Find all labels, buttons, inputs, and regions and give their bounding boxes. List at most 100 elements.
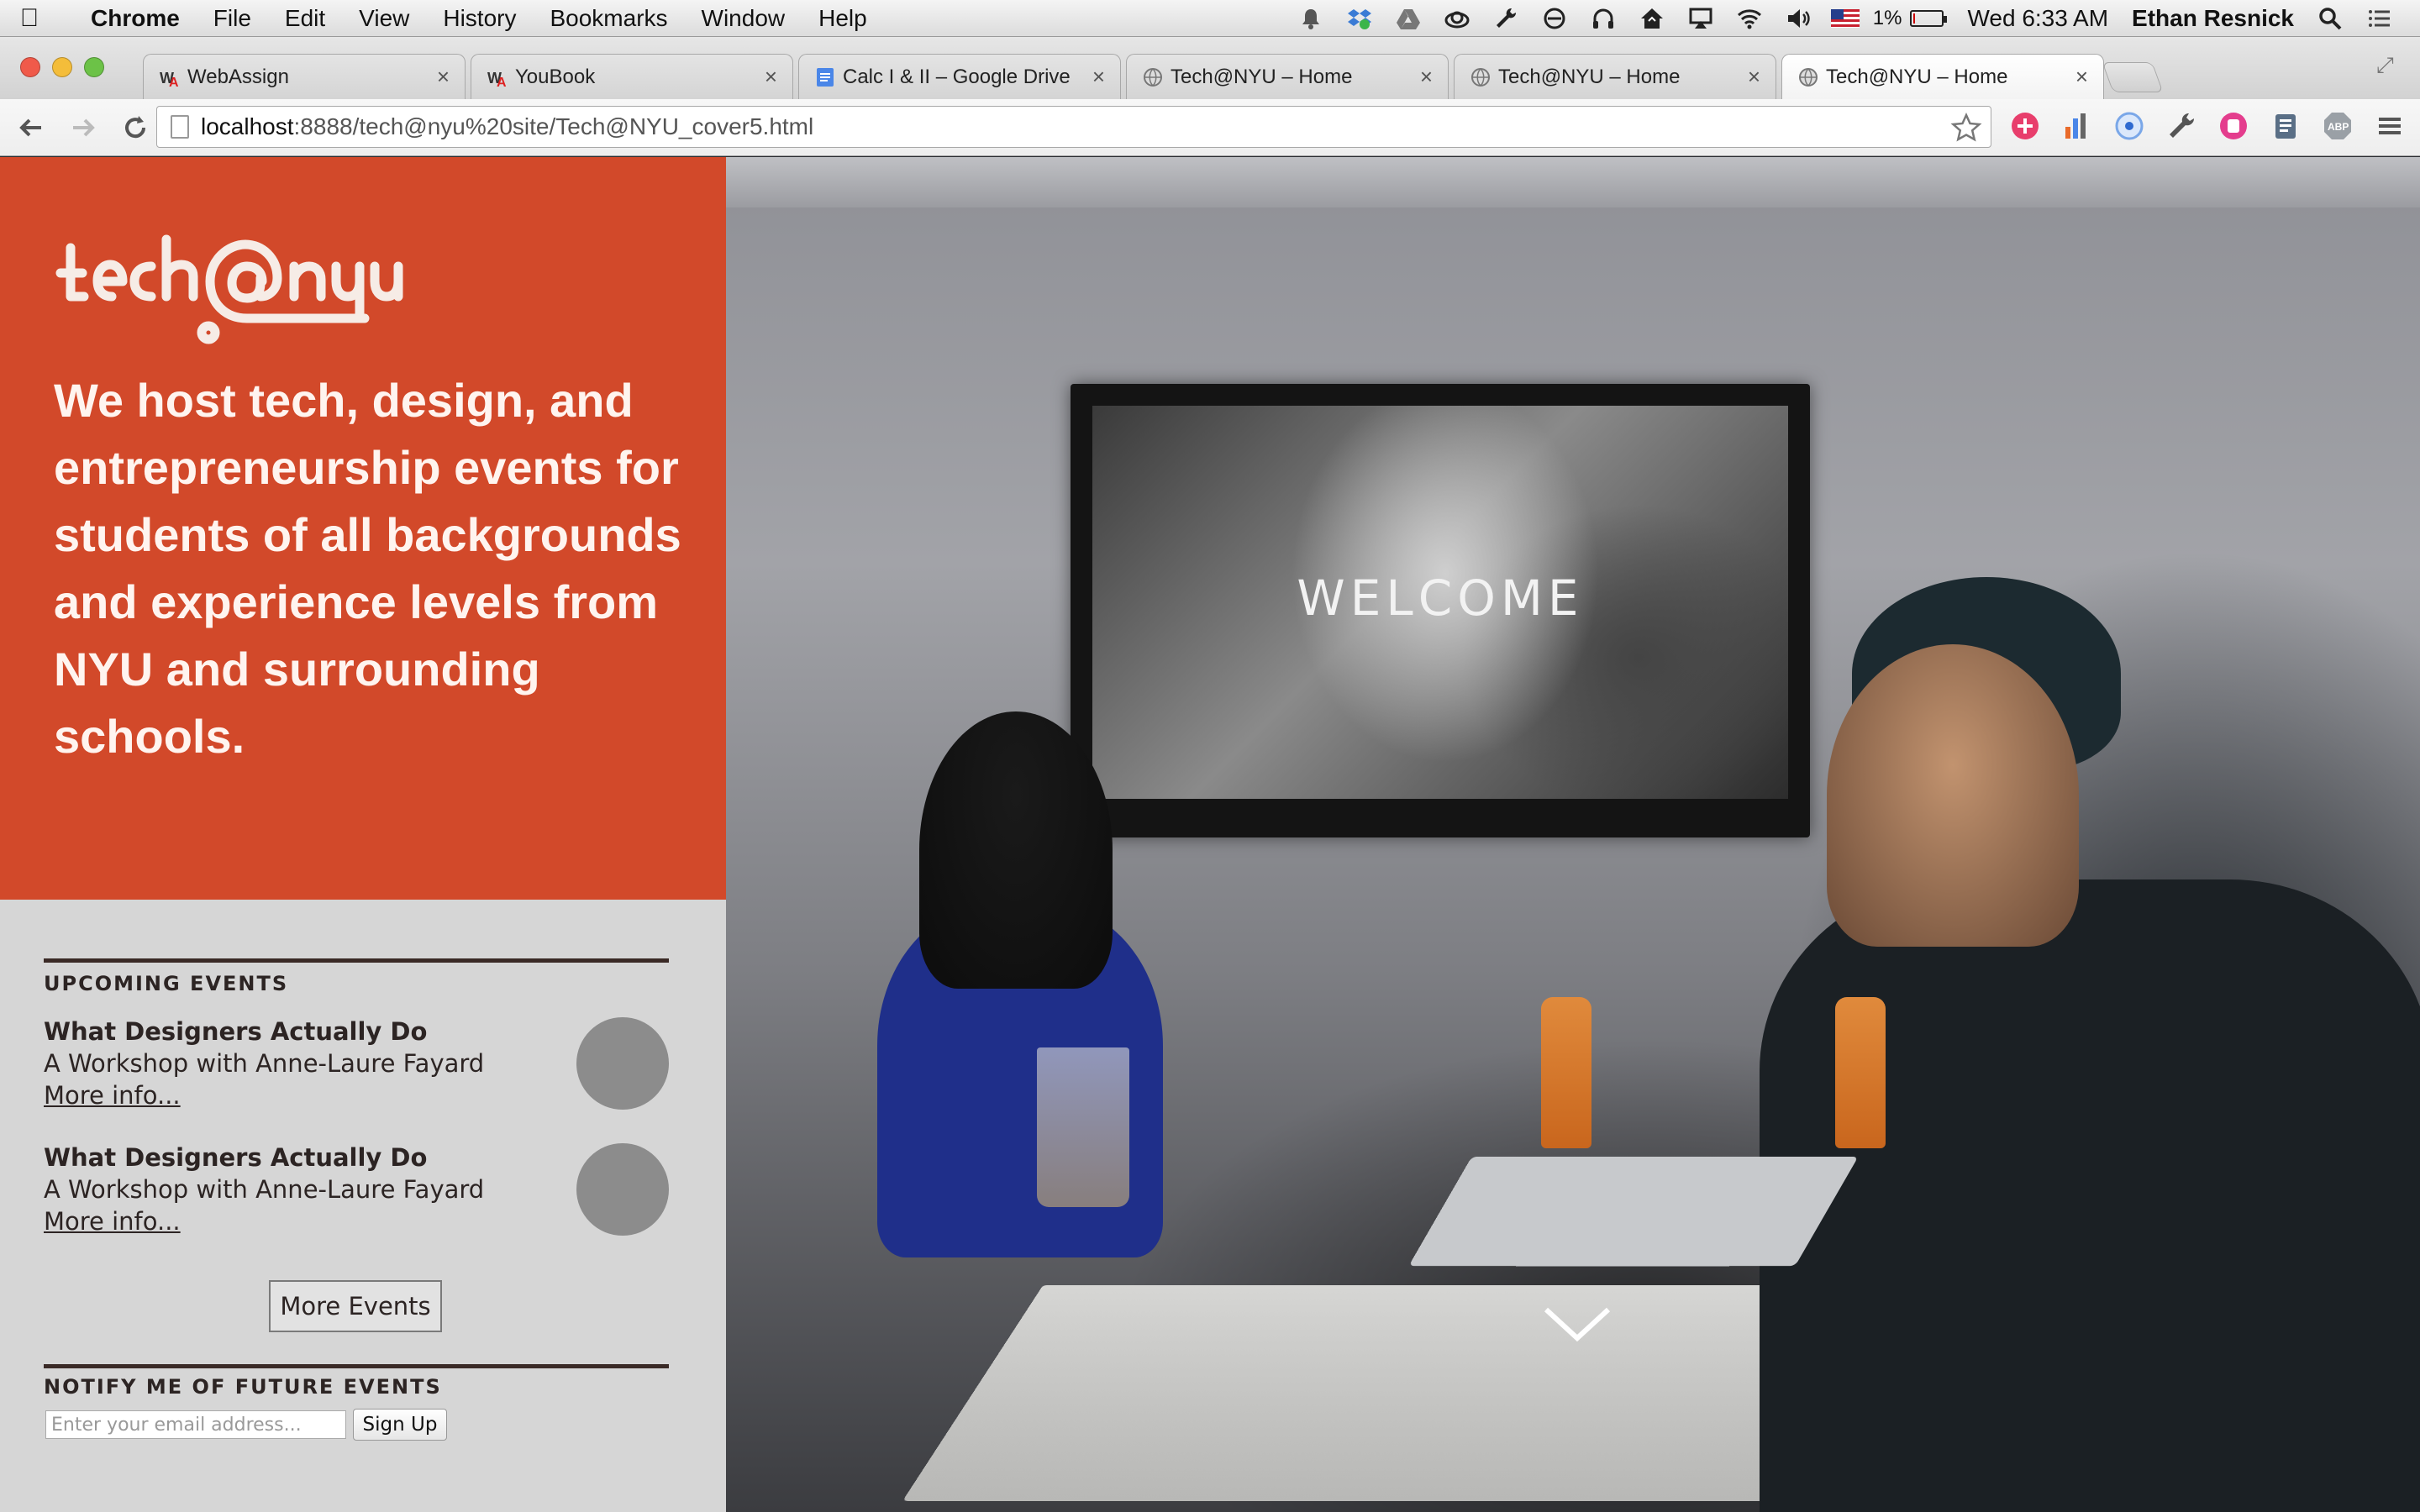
person-dark-hair	[919, 711, 1113, 989]
tab-strip: WA WebAssign × WA YouBook × Calc I & II …	[0, 37, 2420, 99]
menu-bookmarks[interactable]: Bookmarks	[533, 5, 684, 32]
event-title: What Designers Actually Do	[44, 1143, 427, 1172]
close-tab-icon[interactable]: ×	[1748, 64, 1760, 90]
event-title: What Designers Actually Do	[44, 1017, 427, 1046]
close-window-button[interactable]	[20, 57, 40, 77]
menu-icon[interactable]	[2373, 109, 2407, 143]
webassign-icon: WA	[159, 66, 181, 88]
plastic-cup	[1037, 1047, 1129, 1207]
section-divider	[44, 1364, 669, 1368]
wifi-icon[interactable]	[1733, 6, 1766, 31]
tab-label: Tech@NYU – Home	[1498, 66, 1741, 89]
more-info-link[interactable]: More info...	[44, 1081, 181, 1110]
event-item: What Designers Actually Do A Workshop wi…	[44, 1143, 669, 1244]
browser-toolbar: localhost:8888/tech@nyu%20site/Tech@NYU_…	[0, 99, 2420, 156]
menu-view[interactable]: View	[342, 5, 426, 32]
juice-bottle	[1835, 997, 1886, 1148]
dropbox-icon[interactable]	[1343, 6, 1376, 31]
url-path: :8888/tech@nyu%20site/Tech@NYU_cover5.ht…	[294, 113, 814, 140]
add-plus-icon[interactable]	[2008, 109, 2042, 143]
stats-icon[interactable]	[2060, 109, 2094, 143]
email-field[interactable]	[45, 1410, 346, 1439]
home-sync-icon[interactable]	[1635, 6, 1669, 31]
target-icon[interactable]	[2112, 109, 2146, 143]
svg-text:ABP: ABP	[2328, 121, 2349, 133]
page-icon	[171, 115, 189, 139]
tab-youbook[interactable]: WA YouBook ×	[471, 54, 793, 99]
battery-icon[interactable]	[1910, 10, 1944, 27]
globe-icon	[1470, 66, 1491, 88]
more-info-link[interactable]: More info...	[44, 1207, 181, 1236]
tab-technyu-active[interactable]: Tech@NYU – Home ×	[1781, 54, 2104, 99]
notification-icon[interactable]	[1294, 6, 1328, 31]
close-tab-icon[interactable]: ×	[1420, 64, 1433, 90]
upcoming-events-heading: UPCOMING EVENTS	[44, 972, 288, 995]
close-tab-icon[interactable]: ×	[765, 64, 777, 90]
scroll-down-chevron-icon[interactable]	[1539, 1299, 1615, 1350]
volume-icon[interactable]	[1781, 6, 1815, 31]
clipboard-icon[interactable]	[2269, 109, 2302, 143]
tab-google-drive[interactable]: Calc I & II – Google Drive ×	[798, 54, 1121, 99]
menu-file[interactable]: File	[197, 5, 268, 32]
wrench-icon[interactable]	[2165, 109, 2198, 143]
event-subtitle: A Workshop with Anne-Laure Fayard	[44, 1049, 484, 1078]
fullscreen-icon[interactable]: ⤢	[2376, 52, 2402, 77]
menu-window[interactable]: Window	[685, 5, 802, 32]
bookmark-star-icon[interactable]	[1950, 112, 1982, 144]
tab-label: Calc I & II – Google Drive	[843, 66, 1086, 89]
back-button[interactable]	[10, 107, 52, 149]
zoom-window-button[interactable]	[84, 57, 104, 77]
tab-label: Tech@NYU – Home	[1826, 66, 2069, 89]
menu-history[interactable]: History	[426, 5, 533, 32]
event-item: What Designers Actually Do A Workshop wi…	[44, 1017, 669, 1118]
address-bar[interactable]: localhost:8888/tech@nyu%20site/Tech@NYU_…	[156, 106, 1991, 148]
section-divider	[44, 958, 669, 963]
tab-technyu-1[interactable]: Tech@NYU – Home ×	[1126, 54, 1449, 99]
tab-label: WebAssign	[187, 66, 430, 89]
apple-icon[interactable]: 	[0, 4, 59, 33]
headphones-icon[interactable]	[1586, 6, 1620, 31]
close-tab-icon[interactable]: ×	[1092, 64, 1105, 90]
svg-text:A: A	[497, 76, 507, 88]
drive-icon[interactable]	[1392, 6, 1425, 31]
event-thumbnail[interactable]	[576, 1143, 669, 1236]
flag-icon[interactable]	[1831, 9, 1860, 28]
technyu-logo-mark	[54, 231, 424, 349]
wrench-icon[interactable]	[1489, 6, 1523, 31]
technyu-logo[interactable]	[54, 231, 424, 349]
minimize-window-button[interactable]	[52, 57, 72, 77]
laptop	[1408, 1157, 1858, 1266]
tab-technyu-2[interactable]: Tech@NYU – Home ×	[1454, 54, 1776, 99]
hero-panel: We host tech, design, and entrepreneursh…	[0, 157, 726, 900]
sign-up-button[interactable]: Sign Up	[353, 1409, 447, 1441]
pink-extension-icon[interactable]	[2217, 109, 2250, 143]
close-tab-icon[interactable]: ×	[2075, 64, 2088, 90]
tab-webassign[interactable]: WA WebAssign ×	[143, 54, 466, 99]
forward-button[interactable]	[62, 107, 104, 149]
hero-photo: WELCOME	[726, 157, 2420, 1512]
google-docs-icon	[814, 66, 836, 88]
clock[interactable]: Wed 6:33 AM	[1967, 5, 2108, 32]
creative-cloud-icon[interactable]	[1440, 6, 1474, 31]
globe-icon	[1797, 66, 1819, 88]
menu-chrome[interactable]: Chrome	[59, 5, 197, 32]
presentation-screen: WELCOME	[1071, 384, 1810, 837]
welcome-text: WELCOME	[1092, 570, 1788, 627]
airplay-icon[interactable]	[1684, 6, 1718, 31]
ceiling	[726, 157, 2420, 207]
webassign-icon: WA	[487, 66, 508, 88]
event-thumbnail[interactable]	[576, 1017, 669, 1110]
page-viewport: WELCOME We host tech, design, and entrep…	[0, 157, 2420, 1512]
menu-edit[interactable]: Edit	[268, 5, 342, 32]
do-not-disturb-icon[interactable]	[1538, 6, 1571, 31]
notification-center-icon[interactable]	[2362, 6, 2396, 31]
close-tab-icon[interactable]: ×	[437, 64, 450, 90]
menu-help[interactable]: Help	[802, 5, 884, 32]
more-events-button[interactable]: More Events	[269, 1280, 442, 1332]
reload-button[interactable]	[114, 107, 156, 149]
user-name[interactable]: Ethan Resnick	[2132, 5, 2294, 32]
spotlight-icon[interactable]	[2313, 6, 2347, 31]
battery-percent: 1%	[1873, 7, 1902, 30]
new-tab-button[interactable]	[2102, 62, 2163, 92]
adblock-icon[interactable]: ABP	[2321, 109, 2354, 143]
